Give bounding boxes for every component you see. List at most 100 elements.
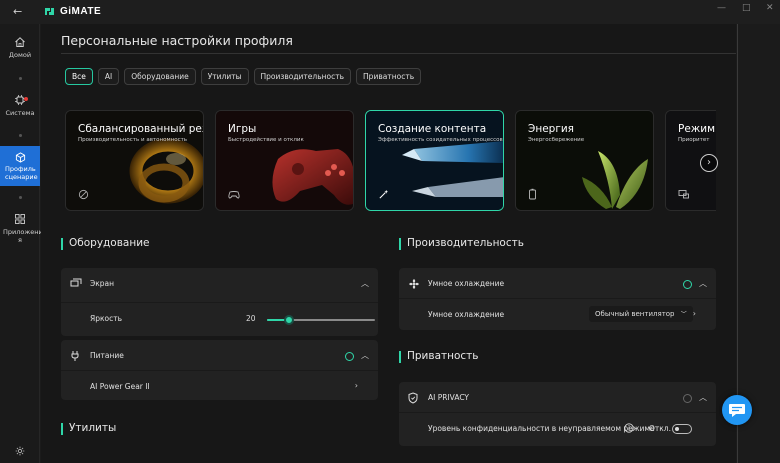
notification-dot [24,97,28,101]
fan-mode-dropdown[interactable]: Обычный вентилятор ﹀ [589,306,693,322]
sidebar-item-label: Профиль сценарие [5,165,38,181]
fan-icon [409,279,419,289]
gamepad-icon [228,191,240,199]
cooling-mode-row: Умное охлаждение Обычный вентилятор ﹀ › [399,298,716,330]
cards-next-button[interactable]: › [700,154,718,172]
screen-label: Экран [90,279,115,288]
shield-icon [408,392,418,404]
slider-thumb[interactable] [284,315,294,325]
chevron-right-icon: › [354,381,358,390]
ai-privacy-header-row[interactable]: AI PRIVACY ︿ [399,382,716,414]
monitor-icon [678,190,689,199]
screen-header-row[interactable]: Экран ︿ [61,268,378,300]
sidebar-item-system[interactable]: Система [0,94,40,134]
chevron-down-icon: ﹀ [680,311,687,318]
nav-separator-dot [19,134,22,137]
chevron-up-icon[interactable]: ︿ [361,350,369,361]
screen-panel: Экран ︿ Яркость 20 [61,268,378,336]
gear-icon [15,446,25,456]
sidebar-item-home[interactable]: Домой [0,36,40,76]
card-subtitle: Быстродействие и отклик [228,137,304,143]
cooling-label: Умное охлаждение [428,279,505,288]
cooling-panel: Умное охлаждение ︿ Умное охлаждение Обыч… [399,268,716,330]
main-content: Персональные настройки профиля Все AI Об… [41,24,736,463]
magic-wand-icon [379,189,389,199]
brightness-row: Яркость 20 [61,302,378,334]
section-title-utilities: Утилиты [61,422,116,435]
privacy-level-label: Уровень конфиденциальности в неуправляем… [428,424,655,433]
sidebar: Домой Система Профиль сценарие Приложени… [0,24,43,463]
maximize-button[interactable]: □ [742,3,751,13]
cooling-sub-label: Умное охлаждение [428,310,505,319]
title-bar: ← GiMATE — □ ✕ [0,0,780,24]
brightness-label: Яркость [90,314,123,323]
settings-button[interactable] [0,446,40,456]
cooling-header-row[interactable]: Умное охлаждение ︿ [399,268,716,300]
chat-bubble-icon [729,404,745,417]
card-subtitle: Эффективность созидательных процессов [378,137,503,143]
toggle-knob [675,427,679,431]
card-title: Режим о [678,123,716,135]
ai-status-icon [683,394,692,403]
power-label: Питание [90,351,124,360]
filter-chips: Все AI Оборудование Утилиты Производител… [65,68,422,85]
nav-separator-dot [19,77,22,80]
info-icon[interactable] [624,423,634,433]
sidebar-item-label: Приложени я [3,228,43,244]
scenario-card-balanced[interactable]: Сбалансированный режим Производительност… [65,110,204,211]
sidebar-item-label: Система [5,109,35,117]
sidebar-item-label: Домой [8,51,32,59]
app-name: GiMATE [60,6,102,17]
power-panel: Питание ︿ AI Power Gear II › [61,340,378,400]
balance-icon [78,189,89,200]
privacy-level-row: Уровень конфиденциальности в неуправляем… [399,412,716,444]
nav-separator-dot [19,196,22,199]
brightness-slider[interactable] [267,315,375,325]
scenario-card-content-creation[interactable]: Создание контента Эффективность созидате… [365,110,504,211]
chevron-up-icon[interactable]: ︿ [361,278,369,289]
close-button[interactable]: ✕ [766,3,774,13]
battery-leaf-icon [529,188,536,200]
back-button[interactable]: ← [13,5,22,18]
chat-button[interactable] [722,395,752,425]
filter-chip-hardware[interactable]: Оборудование [124,68,196,85]
scenario-card-energy[interactable]: Энергия Энергосбережение [515,110,654,211]
privacy-toggle[interactable] [672,424,692,434]
power-header-row[interactable]: Питание ︿ [61,340,378,372]
card-title: Игры [228,123,257,135]
filter-chip-utilities[interactable]: Утилиты [200,68,249,85]
filter-chip-ai[interactable]: AI [97,68,120,85]
filter-chip-performance[interactable]: Производительность [253,68,352,85]
sidebar-item-scenario-profile[interactable]: Профиль сценарие [0,146,40,186]
page-title: Персональные настройки профиля [61,33,293,48]
home-icon [15,37,25,47]
section-title-hardware: Оборудование [61,237,150,250]
ai-privacy-label: AI PRIVACY [428,393,470,402]
toggle-state-label: Откл. [649,424,671,433]
gimate-logo-icon [45,8,54,15]
card-title: Создание контента [378,123,487,135]
card-subtitle: Энергосбережение [528,137,585,143]
scenario-card-games[interactable]: Игры Быстродействие и отклик [215,110,354,211]
card-title: Энергия [528,123,574,135]
app-logo: GiMATE [44,6,101,17]
fan-mode-value: Обычный вентилятор [595,310,675,318]
card-subtitle: Приоритет [678,137,710,143]
minimize-button[interactable]: — [717,3,726,13]
cube-icon [15,152,25,163]
display-icon [70,278,82,287]
chevron-right-icon[interactable]: › [693,309,696,318]
power-plug-icon [71,351,79,361]
power-gear-row[interactable]: AI Power Gear II › [61,370,378,402]
scenario-cards: Сбалансированный режим Производительност… [65,110,716,211]
filter-chip-privacy[interactable]: Приватность [356,68,422,85]
sidebar-item-apps[interactable]: Приложени я [0,213,43,257]
chevron-up-icon[interactable]: ︿ [699,392,707,403]
power-gear-label: AI Power Gear II [90,382,150,391]
card-title: Сбалансированный режим [78,123,203,135]
ai-status-icon [345,352,354,361]
filter-chip-all[interactable]: Все [65,68,93,85]
section-title-performance: Производительность [399,237,524,250]
section-title-privacy: Приватность [399,350,479,363]
chevron-up-icon[interactable]: ︿ [699,278,707,289]
